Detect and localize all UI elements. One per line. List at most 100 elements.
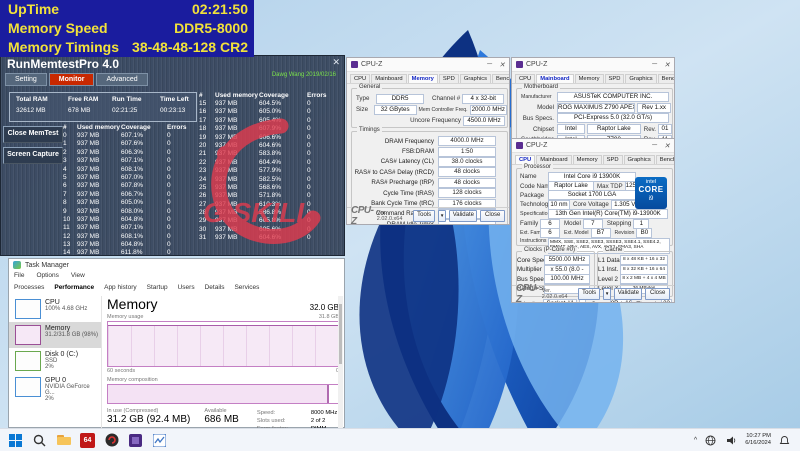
menu-item[interactable]: View bbox=[71, 272, 85, 279]
summary-header: Free RAM bbox=[68, 96, 99, 103]
tab[interactable]: SPD bbox=[602, 155, 623, 164]
uptime-row: UpTime 02:21:50 bbox=[0, 0, 254, 19]
memtest-row: 18 937 MB 607.9% 0 bbox=[199, 125, 341, 133]
tab[interactable]: Monitor bbox=[48, 73, 95, 86]
sidebar-item-cpu[interactable]: CPU 100% 4.68 GHz bbox=[9, 296, 101, 322]
tab[interactable]: Mainboard bbox=[536, 155, 572, 164]
cell: 604.5% bbox=[259, 100, 282, 107]
memtest-taskbar-icon[interactable] bbox=[128, 433, 143, 448]
tab[interactable]: CPU bbox=[515, 74, 536, 83]
busspecs-value: PCI-Express 5.0 (32.0 GT/s) bbox=[557, 113, 669, 124]
tab[interactable]: Performance bbox=[54, 284, 94, 291]
tab[interactable]: Bench bbox=[655, 155, 674, 164]
memtest-row: 27 937 MB 610.3% 0 bbox=[199, 201, 341, 209]
cell: 8 bbox=[63, 199, 67, 207]
tab[interactable]: CPU bbox=[350, 74, 371, 83]
tab[interactable]: Memory bbox=[572, 155, 602, 164]
tab-bar: CPUMainboardMemorySPDGraphicsBenchAbout bbox=[512, 72, 674, 84]
tab[interactable]: SPD bbox=[604, 74, 625, 83]
tab[interactable]: Memory bbox=[407, 74, 438, 83]
close-icon[interactable]: ✕ bbox=[332, 57, 340, 68]
sidebar-item-memory[interactable]: Memory 31.2/31.8 GB (98%) bbox=[9, 322, 101, 348]
task-manager-taskbar-icon[interactable] bbox=[152, 433, 167, 448]
tools-dropdown-icon[interactable]: ▼ bbox=[602, 288, 612, 300]
tools-button[interactable]: Tools bbox=[413, 210, 435, 222]
memtest-table-left: # Used memory Coverage Errors 0 937 MB 607.1%… bbox=[63, 124, 195, 255]
minimize-icon[interactable]: ─ bbox=[652, 61, 657, 69]
tab[interactable]: Startup bbox=[147, 284, 168, 291]
cell: 0 bbox=[307, 108, 311, 116]
screen-capture-button[interactable]: Screen Capture bbox=[3, 147, 63, 164]
tab[interactable]: Graphics bbox=[623, 155, 655, 164]
memtest-tab-bar: Setting Monitor Advanced bbox=[5, 73, 148, 86]
tab[interactable]: Setting bbox=[5, 73, 47, 86]
scrollbar[interactable] bbox=[338, 296, 343, 428]
extmodel-label: Ext. Model bbox=[564, 230, 589, 237]
sidebar-item-gpu[interactable]: GPU 0 NVIDIA GeForce G... 2% bbox=[9, 374, 101, 405]
cell: RAS# to CAS# Delay (tRCD) bbox=[354, 168, 434, 176]
tab[interactable]: Bench bbox=[492, 74, 509, 83]
cell: 5 bbox=[63, 173, 67, 181]
cell: 8 x 48 KB + 16 x 32 KB bbox=[620, 255, 668, 265]
start-button[interactable] bbox=[8, 433, 23, 448]
cell: 608.1% bbox=[121, 232, 144, 240]
tab[interactable]: SPD bbox=[438, 74, 459, 83]
cell: 937 MB bbox=[215, 116, 238, 124]
cell: 937 MB bbox=[215, 200, 238, 208]
cell: 605.0% bbox=[259, 108, 282, 116]
item-name: Disk 0 (C:) bbox=[45, 351, 79, 358]
close-icon[interactable]: ✕ bbox=[664, 142, 670, 150]
tab[interactable]: Memory bbox=[574, 74, 604, 83]
close-button[interactable]: Close bbox=[645, 288, 670, 300]
model-label: Model bbox=[537, 104, 554, 112]
cell: 937 MB bbox=[77, 140, 100, 148]
cpuz-taskbar-icon[interactable]: 64 bbox=[80, 432, 95, 448]
volume-icon[interactable] bbox=[724, 433, 739, 448]
tab[interactable]: Services bbox=[234, 284, 259, 291]
tab[interactable]: Processes bbox=[14, 284, 44, 291]
cell: 5500.00 MHz bbox=[544, 255, 590, 265]
tools-dropdown-icon[interactable]: ▼ bbox=[437, 210, 447, 222]
window-title: CPU-Z bbox=[526, 61, 548, 68]
tab[interactable]: Advanced bbox=[96, 73, 148, 86]
tab[interactable]: Users bbox=[178, 284, 195, 291]
tab[interactable]: CPU bbox=[515, 155, 536, 164]
memtest-row: 29 937 MB 605.8% 0 bbox=[199, 217, 341, 225]
clock[interactable]: 10:27 PM 6/16/2024 bbox=[745, 433, 771, 447]
search-icon[interactable] bbox=[32, 433, 47, 448]
tab[interactable]: Graphics bbox=[459, 74, 492, 83]
sidebar-item-disk[interactable]: Disk 0 (C:) SSD 2% bbox=[9, 348, 101, 374]
cell: 6 bbox=[63, 182, 67, 190]
memtest-row: 20 937 MB 604.6% 0 bbox=[199, 142, 341, 150]
validate-button[interactable]: Validate bbox=[614, 288, 643, 300]
menu-item[interactable]: File bbox=[14, 272, 24, 279]
close-icon[interactable]: ✕ bbox=[499, 61, 505, 69]
tray-chevron-icon[interactable]: ^ bbox=[694, 437, 697, 444]
gskill-taskbar-icon[interactable] bbox=[104, 433, 119, 448]
close-memtest-button[interactable]: Close MemTest bbox=[3, 126, 63, 143]
tab[interactable]: Bench bbox=[657, 74, 674, 83]
cell: 1:50 bbox=[438, 146, 496, 157]
cell: 20 bbox=[199, 141, 207, 149]
osd-stats-banner: UpTime 02:21:50 Memory Speed DDR5-8000 M… bbox=[0, 0, 254, 57]
cell: 0 bbox=[167, 190, 171, 198]
tab[interactable]: Mainboard bbox=[371, 74, 407, 83]
network-icon[interactable] bbox=[703, 433, 718, 448]
file-explorer-icon[interactable] bbox=[56, 433, 71, 448]
tab[interactable]: App history bbox=[104, 284, 137, 291]
tab[interactable]: Details bbox=[205, 284, 225, 291]
minimize-icon[interactable]: ─ bbox=[487, 61, 492, 69]
tab[interactable]: Graphics bbox=[625, 74, 657, 83]
close-icon[interactable]: ✕ bbox=[664, 61, 670, 69]
minimize-icon[interactable]: ─ bbox=[652, 142, 657, 150]
tools-button[interactable]: Tools bbox=[578, 288, 600, 300]
close-button[interactable]: Close bbox=[480, 210, 505, 222]
notifications-bell-icon[interactable] bbox=[777, 433, 792, 448]
cell: 605.0% bbox=[121, 199, 144, 207]
detail-row: Speed: 8000 MHz bbox=[257, 409, 337, 417]
extfamily-label: Ext. Family bbox=[520, 230, 546, 237]
menu-item[interactable]: Options bbox=[36, 272, 58, 279]
table-headers: # Used memory Coverage Errors bbox=[63, 124, 195, 132]
validate-button[interactable]: Validate bbox=[449, 210, 478, 222]
tab[interactable]: Mainboard bbox=[536, 74, 574, 83]
